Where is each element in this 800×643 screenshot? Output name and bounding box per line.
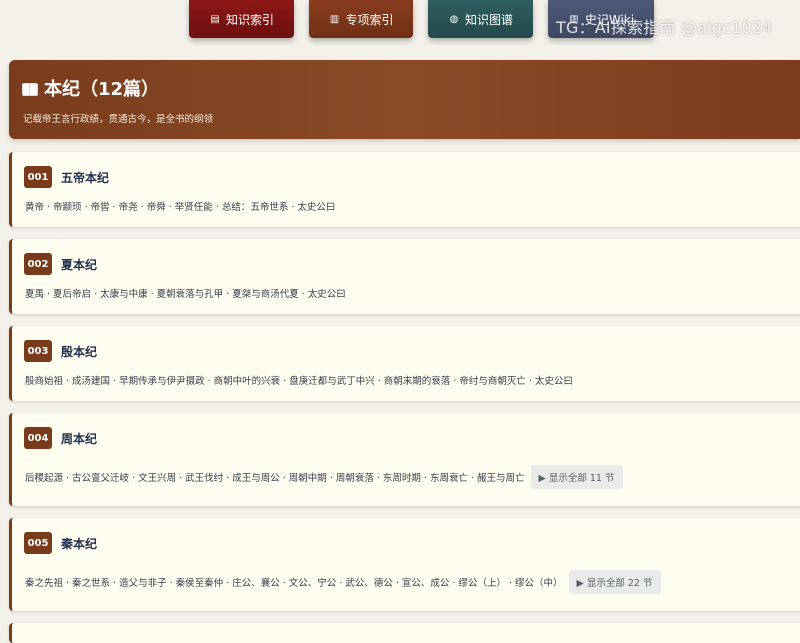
section-title: 本纪（12篇） (44, 79, 160, 100)
topic-index-label: 专项索引 (345, 12, 394, 27)
knowledge-graph-label: 知识图谱 (464, 12, 513, 27)
chapter-heading: 002 夏本纪 (24, 253, 97, 275)
section-description: 记载帝王言行政绩，贯通古今，是全书的纲领 (23, 114, 214, 125)
chapter-sections[interactable]: 后稷起源 · 古公亶父迁岐 · 文王兴周 · 武王伐纣 · 成王与周公 · 周朝… (25, 470, 525, 484)
chapter-number-badge: 001 (24, 166, 52, 188)
chapter-number-badge: 003 (24, 340, 52, 362)
chapter-section-list: 殷商始祖 · 成汤建国 · 早期传承与伊尹摄政 · 商朝中叶的兴衰 · 盘庚迁都… (25, 373, 573, 387)
chapter-sections[interactable]: 黄帝 · 帝颛顼 · 帝喾 · 帝尧 · 帝舜 · 举贤任能 · 总结：五帝世系… (25, 199, 335, 213)
knowledge-index-label: 知识索引 (225, 12, 274, 27)
chapter-heading: 004 周本纪 (24, 427, 97, 449)
chapter-number-badge: 004 (24, 427, 52, 449)
chapter-card[interactable]: 001 五帝本纪 黄帝 · 帝颛顼 · 帝喾 · 帝尧 · 帝舜 · 举贤任能 … (9, 152, 800, 227)
book-icon: ▥ (329, 13, 340, 25)
chapter-card[interactable]: 004 周本纪 后稷起源 · 古公亶父迁岐 · 文王兴周 · 武王伐纣 · 成王… (9, 413, 800, 506)
chapter-sections[interactable]: 秦之先祖 · 秦之世系 · 造父与非子 · 秦侯至秦仲 · 庄公、襄公 · 文公… (25, 575, 563, 589)
chapter-title[interactable]: 周本纪 (61, 430, 97, 447)
chapter-section-list: 后稷起源 · 古公亶父迁岐 · 文王兴周 · 武王伐纣 · 成王与周公 · 周朝… (25, 465, 623, 489)
open-book-icon (22, 82, 38, 96)
globe-icon: ◍ (449, 13, 459, 25)
chapter-section-list: 黄帝 · 帝颛顼 · 帝喾 · 帝尧 · 帝舜 · 举贤任能 · 总结：五帝世系… (25, 199, 335, 213)
chapter-card[interactable]: 003 殷本纪 殷商始祖 · 成汤建国 · 早期传承与伊尹摄政 · 商朝中叶的兴… (9, 326, 800, 401)
chapter-sections[interactable]: 夏禹 · 夏后帝启 · 太康与中康 · 夏朝衰落与孔甲 · 夏桀与商汤代夏 · … (25, 286, 346, 300)
chapter-card[interactable] (9, 623, 800, 643)
section-header: 本纪（12篇） 记载帝王言行政绩，贯通古今，是全书的纲领 (9, 60, 800, 139)
index-card-icon: ▤ (210, 13, 220, 25)
chapter-number-badge: 005 (24, 532, 52, 554)
chapter-title[interactable]: 殷本纪 (61, 343, 97, 360)
chapter-sections[interactable]: 殷商始祖 · 成汤建国 · 早期传承与伊尹摄政 · 商朝中叶的兴衰 · 盘庚迁都… (25, 373, 573, 387)
chapter-heading: 005 秦本纪 (24, 532, 97, 554)
chapter-title[interactable]: 五帝本纪 (61, 169, 109, 186)
chapter-heading: 001 五帝本纪 (24, 166, 109, 188)
topic-index-button[interactable]: ▥ 专项索引 (309, 0, 413, 38)
watermark-text: TG：AI探索指南 @aigc1024 (556, 18, 773, 37)
chapter-number-badge: 002 (24, 253, 52, 275)
chapter-title[interactable]: 秦本纪 (61, 535, 97, 552)
chapter-card[interactable]: 002 夏本纪 夏禹 · 夏后帝启 · 太康与中康 · 夏朝衰落与孔甲 · 夏桀… (9, 239, 800, 314)
chapter-heading: 003 殷本纪 (24, 340, 97, 362)
show-all-sections-button[interactable]: ▶ 显示全部 22 节 (568, 570, 661, 594)
chapter-card[interactable]: 005 秦本纪 秦之先祖 · 秦之世系 · 造父与非子 · 秦侯至秦仲 · 庄公… (9, 518, 800, 611)
section-title-row: 本纪（12篇） (22, 75, 159, 101)
knowledge-index-button[interactable]: ▤ 知识索引 (189, 0, 294, 38)
chapter-section-list: 夏禹 · 夏后帝启 · 太康与中康 · 夏朝衰落与孔甲 · 夏桀与商汤代夏 · … (25, 286, 346, 300)
knowledge-graph-button[interactable]: ◍ 知识图谱 (428, 0, 533, 38)
chapter-section-list: 秦之先祖 · 秦之世系 · 造父与非子 · 秦侯至秦仲 · 庄公、襄公 · 文公… (25, 570, 661, 594)
chapter-title[interactable]: 夏本纪 (61, 256, 97, 273)
show-all-sections-button[interactable]: ▶ 显示全部 11 节 (530, 465, 623, 489)
